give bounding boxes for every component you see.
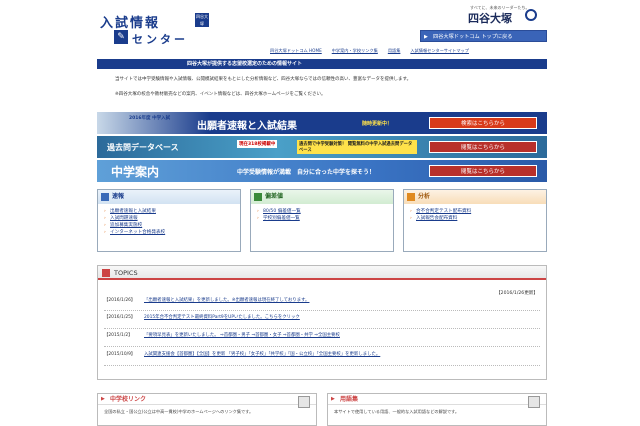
brand-logo[interactable]: 四谷大塚 bbox=[468, 10, 512, 26]
panel-header: 偏差値 bbox=[251, 190, 393, 204]
intro-text: 当サイトでは中学受験情報や入試情報、公開模試結果をもとにした分析情報など、四谷大… bbox=[115, 77, 412, 82]
topic-row: 【2016/1/25】 2015年合不合判定テスト最終資料Part9をUPいたし… bbox=[104, 315, 540, 329]
banner-past-exams[interactable]: 過去問データベース 現在318校掲載中 過去問で中学受験対策！ 閲覧無料の中学入… bbox=[97, 136, 547, 158]
browse-button[interactable]: 閲覧はこちらから bbox=[429, 141, 537, 153]
book-icon bbox=[528, 396, 540, 408]
nav-bar: 四谷大塚が提供する志望校選定のための情報サイト bbox=[97, 59, 547, 69]
banner-note: 随時更新中！ bbox=[362, 121, 393, 127]
panel-sokuho: 速報 出願者速報と入試結果 入試問題速報 追加募集実施校 インターネット合格発表… bbox=[97, 189, 241, 252]
link-additional-recruit[interactable]: 追加募集実施校 bbox=[110, 223, 142, 228]
breadcrumb-home[interactable]: 四谷大塚ドットコム HOME bbox=[270, 48, 322, 55]
banner-title: 出願者速報と入試結果 bbox=[197, 121, 297, 132]
link-8050-list[interactable]: 80/50 偏差値一覧 bbox=[263, 209, 301, 214]
topics-section: TOPICS 【2016/1/26更新】 【2016/1/26】 「出願者速報と… bbox=[97, 265, 547, 380]
link-applicants[interactable]: 出願者速報と入試結果 bbox=[110, 209, 156, 214]
link-internet-results[interactable]: インターネット合格発表校 bbox=[110, 230, 165, 235]
topic-row: 【2016/1/26】 「出願者速報と入試結果」を更新しました。※出願者速報は現… bbox=[104, 298, 540, 311]
topic-row: 【2015/10/9】 入試関連支援会【首都圏】【全国】を更新 「男子校」「女子… bbox=[104, 352, 540, 366]
panel-title: 分析 bbox=[418, 193, 431, 200]
box-desc: 全国の私立・国公立(公立は中高一貫校)中学のホームページへのリンク集です。 bbox=[104, 409, 254, 414]
topic-link[interactable]: 「出願者速報と入試結果」を更新しました。※出願者速報は現在終了しております。 bbox=[144, 298, 444, 304]
topics-icon bbox=[102, 269, 110, 277]
school-links-box[interactable]: 中学校リンク 全国の私立・国公立(公立は中高一貫校)中学のホームページへのリンク… bbox=[97, 393, 317, 426]
intro-note: ※四谷大塚の校舎や教材販売などの案内、イベント情報などは、四谷大塚ホームページを… bbox=[115, 92, 326, 97]
panel-header: 分析 bbox=[404, 190, 546, 204]
panel-title: 速報 bbox=[112, 193, 125, 200]
panel-hensachi: 偏差値 80/50 偏差値一覧 学校別偏差値一覧 bbox=[250, 189, 394, 252]
topics-title: TOPICS bbox=[114, 269, 138, 277]
link-school-hensachi[interactable]: 学校別偏差値一覧 bbox=[263, 216, 300, 221]
panel-bunseki: 分析 合不合判定テスト配布資料 入試報告会配布資料 bbox=[403, 189, 547, 252]
topic-date: 【2015/1/2】 bbox=[104, 333, 133, 338]
banner-applicants[interactable]: 2016年度 中学入試 出願者速報と入試結果 随時更新中！ 検索はこちらから bbox=[97, 112, 547, 134]
link-test-materials[interactable]: 合不合判定テスト配布資料 bbox=[416, 209, 471, 214]
panel-title: 偏差値 bbox=[265, 193, 284, 200]
banner-sub: 中学受験情報が満載 自分に合った中学を探そう！ bbox=[237, 169, 376, 176]
link-exam-bulletin[interactable]: 入試問題速報 bbox=[110, 216, 138, 221]
breadcrumb-glossary[interactable]: 用語集 bbox=[388, 48, 401, 55]
link-report-materials[interactable]: 入試報告会配布資料 bbox=[416, 216, 457, 221]
breadcrumb-sitemap[interactable]: 入試情報センターサイトマップ bbox=[410, 48, 469, 55]
box-desc: 本サイトで使用している用語、一般的な入試用語などの解説です。 bbox=[334, 409, 460, 414]
list-icon bbox=[101, 193, 109, 201]
site-logo[interactable]: 入試情報 四谷大塚 ✎ センター bbox=[100, 12, 218, 48]
breadcrumb: 四谷大塚ドットコム HOME 中学案内・学校リンク集 用語集 入試情報センターサ… bbox=[270, 48, 550, 55]
topic-link[interactable]: 2015年合不合判定テスト最終資料Part9をUPいたしました。こちらをクリック bbox=[144, 315, 444, 321]
box-title: 用語集 bbox=[328, 394, 546, 405]
topics-header: TOPICS bbox=[98, 266, 546, 280]
topic-date: 【2016/1/25】 bbox=[104, 315, 136, 320]
pen-icon: ✎ bbox=[114, 30, 128, 44]
panel-header: 速報 bbox=[98, 190, 240, 204]
banner-school-guide[interactable]: 中学案内 中学受験情報が満載 自分に合った中学を探そう！ 閲覧はこちらから bbox=[97, 160, 547, 182]
brand-mark-icon bbox=[525, 9, 537, 21]
school-icon bbox=[298, 396, 310, 408]
search-button[interactable]: 検索はこちらから bbox=[429, 117, 537, 129]
chart-icon bbox=[407, 193, 415, 201]
logo-badge: 四谷大塚 bbox=[195, 13, 209, 27]
home-button[interactable]: 四谷大塚ドットコム トップに戻る bbox=[420, 30, 547, 43]
topic-date: 【2016/1/26】 bbox=[104, 298, 136, 303]
glossary-box[interactable]: 用語集 本サイトで使用している用語、一般的な入試用語などの解説です。 bbox=[327, 393, 547, 426]
banner-year: 2016年度 中学入試 bbox=[129, 116, 171, 121]
info-icon bbox=[254, 193, 262, 201]
banner-title: 中学案内 bbox=[111, 165, 160, 179]
topic-date: 【2015/10/9】 bbox=[104, 352, 136, 357]
logo-title-bottom: センター bbox=[132, 33, 188, 46]
banner-title: 過去問データベース bbox=[107, 143, 179, 152]
breadcrumb-school-links[interactable]: 中学案内・学校リンク集 bbox=[332, 48, 378, 55]
topics-updated: 【2016/1/26更新】 bbox=[496, 291, 538, 296]
topic-link[interactable]: 「要項早見表」を更新いたしました。 ⇒首都圏・男子 ⇒首都圏・女子 ⇒首都圏・共… bbox=[144, 333, 444, 339]
box-title: 中学校リンク bbox=[98, 394, 316, 405]
topic-link[interactable]: 入試関連支援会【首都圏】【全国】を更新 「男子校」「女子校」「共学校」「国・公立… bbox=[144, 352, 444, 358]
browse-button[interactable]: 閲覧はこちらから bbox=[429, 165, 537, 177]
banner-sub: 過去問で中学受験対策！ 閲覧無料の中学入試過去問データベース bbox=[297, 140, 417, 154]
logo-title-top: 入試情報 bbox=[100, 16, 161, 31]
banner-note: 現在318校掲載中 bbox=[237, 140, 278, 148]
topic-row: 【2015/1/2】 「要項早見表」を更新いたしました。 ⇒首都圏・男子 ⇒首都… bbox=[104, 333, 540, 347]
